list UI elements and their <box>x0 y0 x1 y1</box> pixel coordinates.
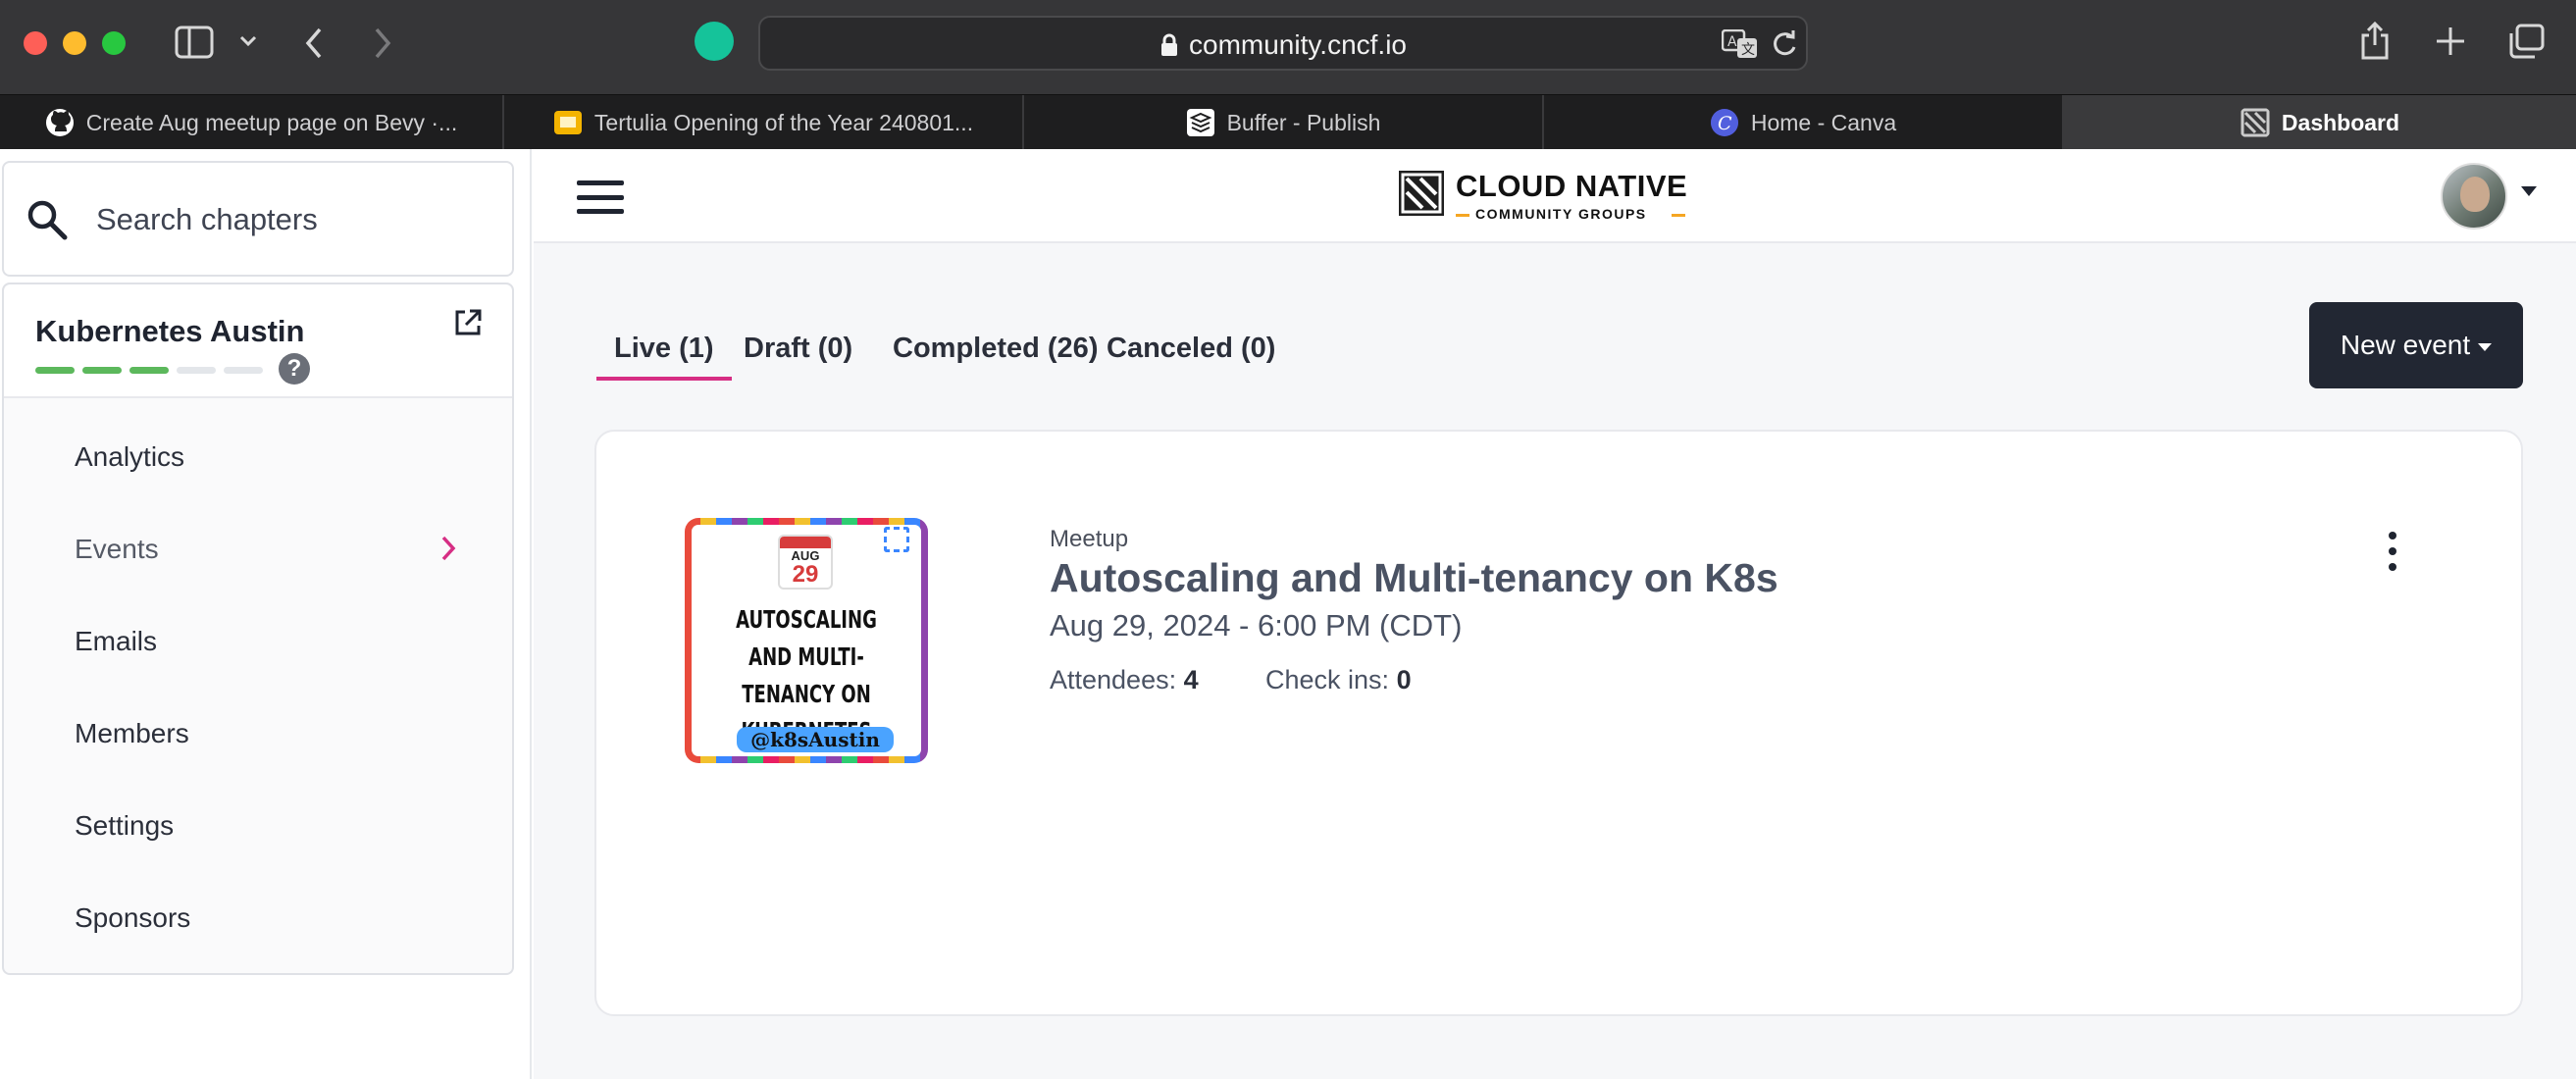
sidebar: Search chapters Kubernetes Austin ? Anal… <box>0 149 532 1079</box>
chevron-right-icon <box>439 534 457 568</box>
new-event-button[interactable]: New event <box>2309 302 2523 388</box>
slides-icon <box>553 111 582 134</box>
reload-icon[interactable] <box>1771 29 1798 59</box>
browser-tab-dashboard[interactable]: Dashboard <box>2064 95 2576 150</box>
event-thumbnail[interactable]: AUG 29 AUTOSCALING AND MULTI-TENANCY ON … <box>685 518 928 763</box>
buffer-icon <box>1186 109 1214 136</box>
browser-tab-buffer[interactable]: Buffer - Publish <box>1024 95 1544 150</box>
user-avatar[interactable] <box>2441 163 2507 230</box>
grammarly-extension-icon[interactable] <box>695 22 734 61</box>
tab-label: Dashboard <box>2281 109 2400 135</box>
tab-draft[interactable]: Draft (0) <box>726 326 870 381</box>
main-content: CLOUD NATIVE COMMUNITY GROUPS Live (1) D… <box>534 149 2576 1079</box>
setup-progress-bar <box>35 367 263 374</box>
cncf-community-logo[interactable]: CLOUD NATIVE COMMUNITY GROUPS <box>1399 167 1693 226</box>
tab-canceled[interactable]: Canceled (0) <box>1089 326 1293 381</box>
attendees-label: Attendees: <box>1050 665 1177 694</box>
sidebar-item-events[interactable]: Events <box>75 534 159 565</box>
browser-tab-slides[interactable]: Tertulia Opening of the Year 240801... <box>504 95 1024 150</box>
search-chapters-input[interactable]: Search chapters <box>2 161 514 277</box>
menu-icon[interactable] <box>577 180 624 214</box>
attendees-stat: Attendees: 4 <box>1050 665 1199 695</box>
tab-label: Buffer - Publish <box>1226 109 1381 135</box>
event-date: Aug 29, 2024 - 6:00 PM (CDT) <box>1050 608 1463 642</box>
calendar-day: 29 <box>792 561 819 588</box>
sidebar-item-analytics[interactable]: Analytics <box>75 441 184 473</box>
logo-accent-line <box>1672 214 1685 217</box>
share-icon[interactable] <box>2360 22 2390 61</box>
browser-tab-github[interactable]: Create Aug meetup page on Bevy ·... <box>0 95 504 150</box>
tab-label: Home - Canva <box>1750 109 1897 135</box>
svg-text:C: C <box>1718 113 1732 134</box>
close-window-button[interactable] <box>24 31 47 55</box>
chapter-name: Kubernetes Austin <box>35 314 305 348</box>
progress-step-done <box>35 367 75 374</box>
url-text: community.cncf.io <box>760 29 1806 61</box>
event-type: Meetup <box>1050 526 1129 552</box>
event-card[interactable]: AUG 29 AUTOSCALING AND MULTI-TENANCY ON … <box>594 430 2523 1016</box>
caret-down-icon[interactable] <box>2521 186 2537 196</box>
address-bar[interactable]: community.cncf.io A文 <box>758 16 1808 71</box>
zoom-window-button[interactable] <box>102 31 126 55</box>
logo-accent-line <box>1456 214 1469 217</box>
tab-label: Tertulia Opening of the Year 240801... <box>593 109 974 135</box>
focus-frame-icon <box>884 527 909 552</box>
thumbnail-handle: @k8sAustin <box>737 727 894 752</box>
sidebar-item-sponsors[interactable]: Sponsors <box>75 902 190 934</box>
search-placeholder: Search chapters <box>96 202 318 236</box>
progress-step-todo <box>177 367 216 374</box>
checkins-stat: Check ins: 0 <box>1265 665 1412 695</box>
back-arrow-icon[interactable] <box>304 27 324 59</box>
tab-label: Create Aug meetup page on Bevy ·... <box>85 109 458 135</box>
sidebar-item-settings[interactable]: Settings <box>75 810 174 842</box>
lock-icon <box>1161 33 1177 56</box>
minimize-window-button[interactable] <box>63 31 86 55</box>
browser-toolbar: community.cncf.io A文 <box>0 0 2576 94</box>
forward-arrow-icon[interactable] <box>373 27 392 59</box>
tab-live[interactable]: Live (1) <box>596 326 732 381</box>
logo-title: CLOUD NATIVE <box>1456 169 1688 203</box>
event-title[interactable]: Autoscaling and Multi-tenancy on K8s <box>1050 555 1778 601</box>
progress-step-todo <box>224 367 263 374</box>
checkins-label: Check ins: <box>1265 665 1390 694</box>
svg-text:文: 文 <box>1741 42 1755 58</box>
sidebar-toggle-icon[interactable] <box>175 26 214 59</box>
new-event-label: New event <box>2340 330 2471 360</box>
search-icon <box>26 198 69 246</box>
browser-tab-bar: Create Aug meetup page on Bevy ·... Tert… <box>0 94 2576 150</box>
chapter-header: Kubernetes Austin ? <box>4 284 512 398</box>
attendees-count: 4 <box>1183 665 1199 694</box>
canva-icon: C <box>1710 109 1738 136</box>
sidebar-item-members[interactable]: Members <box>75 718 189 749</box>
top-navbar: CLOUD NATIVE COMMUNITY GROUPS <box>534 149 2576 243</box>
external-link-icon[interactable] <box>453 308 483 342</box>
cncf-icon <box>2241 108 2270 137</box>
translate-icon[interactable]: A文 <box>1722 29 1759 59</box>
caret-down-icon <box>2478 343 2493 351</box>
more-options-icon[interactable] <box>2386 532 2399 571</box>
tab-overview-icon[interactable] <box>2507 24 2545 59</box>
browser-tab-canva[interactable]: C Home - Canva <box>1544 95 2064 150</box>
sidebar-item-emails[interactable]: Emails <box>75 626 157 657</box>
github-icon <box>45 109 74 136</box>
checkins-count: 0 <box>1396 665 1412 694</box>
help-icon[interactable]: ? <box>279 353 310 385</box>
calendar-icon: AUG 29 <box>778 535 833 590</box>
logo-subtitle: COMMUNITY GROUPS <box>1475 206 1647 222</box>
chapter-card: Kubernetes Austin ? Analytics Events Ema… <box>2 283 514 975</box>
app-window: community.cncf.io A文 Create Aug meetup p… <box>0 0 2576 1079</box>
new-tab-icon[interactable] <box>2435 26 2466 57</box>
chevron-down-icon[interactable] <box>239 35 257 47</box>
tab-completed[interactable]: Completed (26) <box>875 326 1115 381</box>
progress-step-done <box>82 367 122 374</box>
progress-step-done <box>129 367 169 374</box>
cncf-logo-mark <box>1399 171 1444 216</box>
svg-text:A: A <box>1727 34 1737 50</box>
